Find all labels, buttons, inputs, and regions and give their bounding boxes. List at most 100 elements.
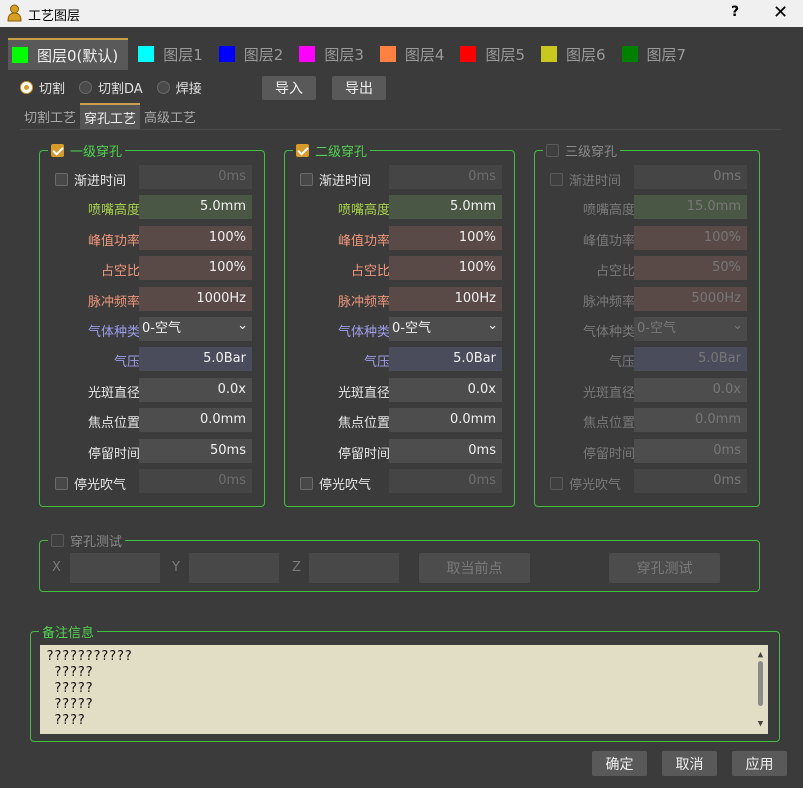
layer-tab-4[interactable]: 图层4 [376, 38, 451, 70]
param-row-spot-diameter: 光斑直径 0.0x [40, 377, 264, 402]
focus-position-input[interactable]: 0.0mm [389, 408, 502, 433]
peak-power-input[interactable]: 100% [389, 225, 502, 250]
focus-position-input[interactable]: 0.0mm [634, 408, 747, 433]
nozzle-height-input[interactable]: 5.0mm [389, 195, 502, 220]
scroll-down-icon[interactable]: ▼ [755, 716, 766, 732]
ramp-time-checkbox[interactable] [300, 173, 313, 186]
ramp-time-input[interactable]: 0ms [139, 165, 252, 189]
param-row-dwell-time: 停留时间 0ms [535, 438, 759, 463]
ramp-time-checkbox-wrap[interactable]: 渐进时间 [300, 170, 371, 189]
tab-cutting[interactable]: 切割工艺 [20, 103, 80, 129]
layer-tab-3[interactable]: 图层3 [295, 38, 370, 70]
gas-type-select[interactable]: 0-空气 [139, 314, 252, 341]
mode-cut-da-radio[interactable]: 切割DA [79, 78, 143, 97]
peak-power-input[interactable]: 100% [634, 225, 747, 250]
pressure-label: 气压 [608, 355, 635, 371]
pierce-group-title-label: 二级穿孔 [315, 144, 368, 160]
pierce-group-title: 一级穿孔 [48, 142, 126, 160]
close-icon[interactable]: ✕ [773, 2, 788, 23]
apply-button[interactable]: 应用 [732, 751, 787, 776]
peak-power-input[interactable]: 100% [139, 225, 252, 250]
take-current-point-button[interactable]: 取当前点 [419, 553, 530, 583]
pierce-group-enable-checkbox[interactable] [51, 143, 64, 157]
stop-blow-checkbox-wrap[interactable]: 停光吹气 [550, 474, 621, 493]
pressure-input[interactable]: 5.0Bar [389, 347, 502, 372]
mode-radio-group: 切割 切割DA 焊接 [20, 78, 216, 97]
layer-tab-label: 图层4 [404, 45, 445, 64]
tab-advanced[interactable]: 高级工艺 [140, 103, 200, 129]
gas-type-select[interactable]: 0-空气 [634, 314, 747, 341]
spot-diameter-input[interactable]: 0.0x [139, 377, 252, 402]
ramp-time-checkbox[interactable] [55, 173, 68, 186]
pulse-freq-input[interactable]: 1000Hz [139, 286, 252, 311]
gas-type-select[interactable]: 0-空气 [389, 314, 502, 341]
duty-cycle-input[interactable]: 100% [389, 256, 502, 281]
cancel-button[interactable]: 取消 [662, 751, 717, 776]
duty-cycle-label: 占空比 [350, 264, 390, 280]
export-button[interactable]: 导出 [332, 76, 386, 100]
pressure-input[interactable]: 5.0Bar [634, 347, 747, 372]
stop-blow-checkbox-wrap[interactable]: 停光吹气 [55, 474, 126, 493]
help-button[interactable]: ? [731, 4, 739, 20]
nozzle-height-label: 喷嘴高度 [582, 203, 635, 219]
ramp-time-input[interactable]: 0ms [389, 165, 502, 189]
stop-blow-input[interactable]: 0ms [139, 469, 252, 493]
dwell-time-input[interactable]: 0ms [634, 438, 747, 463]
spot-diameter-input[interactable]: 0.0x [389, 377, 502, 402]
pressure-input[interactable]: 5.0Bar [139, 347, 252, 372]
ramp-time-checkbox[interactable] [550, 173, 563, 186]
notes-scrollbar[interactable]: ▲ ▼ [755, 647, 766, 732]
spot-diameter-input[interactable]: 0.0x [634, 377, 747, 402]
layer-tab-0[interactable]: 图层0(默认) [8, 38, 129, 70]
layer-tab-6[interactable]: 图层6 [537, 38, 612, 70]
param-row-duty-cycle: 占空比 50% [535, 256, 759, 281]
layer-tab-2[interactable]: 图层2 [215, 38, 290, 70]
pierce-test-button[interactable]: 穿孔测试 [609, 553, 720, 583]
import-button[interactable]: 导入 [262, 76, 316, 100]
ramp-time-checkbox-wrap[interactable]: 渐进时间 [55, 170, 126, 189]
stop-blow-input[interactable]: 0ms [389, 469, 502, 493]
duty-cycle-label: 占空比 [100, 264, 140, 280]
gas-type-label: 气体种类 [87, 325, 140, 340]
stop-blow-input[interactable]: 0ms [634, 469, 747, 493]
pulse-freq-input[interactable]: 5000Hz [634, 286, 747, 311]
duty-cycle-input[interactable]: 100% [139, 256, 252, 281]
stop-blow-checkbox[interactable] [550, 477, 563, 490]
pierce-test-checkbox[interactable] [51, 533, 64, 547]
x-input[interactable] [70, 553, 160, 583]
dwell-time-input[interactable]: 50ms [139, 438, 252, 463]
z-input[interactable] [309, 553, 399, 583]
stop-blow-checkbox-wrap[interactable]: 停光吹气 [300, 474, 371, 493]
mode-weld-radio[interactable]: 焊接 [156, 78, 202, 97]
scroll-thumb[interactable] [758, 661, 763, 706]
radio-indicator [79, 81, 93, 94]
nozzle-height-input[interactable]: 15.0mm [634, 195, 747, 220]
stop-blow-checkbox[interactable] [55, 477, 68, 490]
dwell-time-input[interactable]: 0ms [389, 438, 502, 463]
layer-tab-7[interactable]: 图层7 [618, 38, 693, 70]
stop-blow-checkbox[interactable] [300, 477, 313, 490]
layer-tab-5[interactable]: 图层5 [456, 38, 531, 70]
ok-button[interactable]: 确定 [592, 751, 647, 776]
ramp-time-checkbox-wrap[interactable]: 渐进时间 [550, 170, 621, 189]
layer-color-swatch [621, 46, 638, 62]
pulse-freq-input[interactable]: 100Hz [389, 286, 502, 311]
ramp-time-input[interactable]: 0ms [634, 165, 747, 189]
nozzle-height-input[interactable]: 5.0mm [139, 195, 252, 220]
ramp-time-label: 渐进时间 [319, 174, 372, 189]
pierce-group-enable-checkbox[interactable] [546, 143, 559, 157]
ramp-time-label: 渐进时间 [74, 174, 127, 189]
param-row-stop-blow: 停光吹气 0ms [40, 469, 264, 493]
focus-position-input[interactable]: 0.0mm [139, 408, 252, 433]
tab-piercing[interactable]: 穿孔工艺 [80, 103, 141, 129]
param-row-dwell-time: 停留时间 50ms [40, 438, 264, 463]
layer-tab-1[interactable]: 图层1 [134, 38, 209, 70]
y-input[interactable] [189, 553, 279, 583]
duty-cycle-input[interactable]: 50% [634, 256, 747, 281]
notes-textarea[interactable]: ??????????? ????? ????? ????? ???? ▲ ▼ [40, 645, 768, 734]
mode-cut-radio[interactable]: 切割 [20, 78, 65, 97]
mode-cut-label: 切割 [39, 82, 66, 97]
peak-power-label: 峰值功率 [337, 233, 390, 249]
pierce-group-enable-checkbox[interactable] [296, 143, 309, 157]
pulse-freq-label: 脉冲频率 [337, 294, 390, 310]
